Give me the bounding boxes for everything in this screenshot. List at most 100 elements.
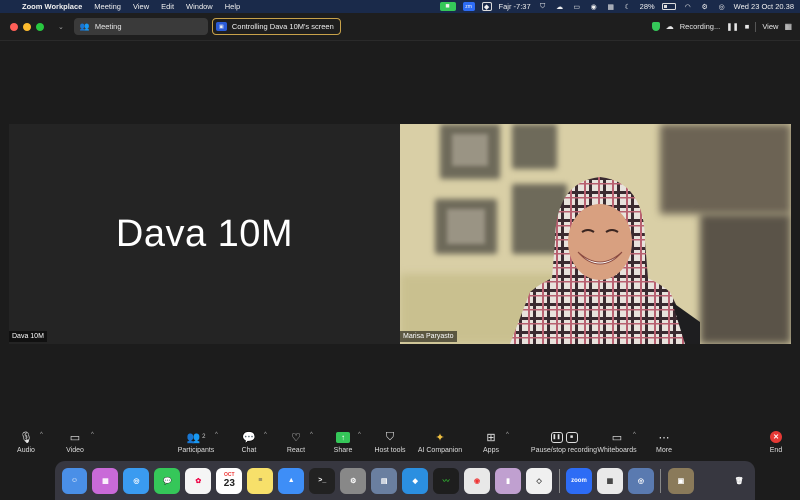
security-shield-icon[interactable] — [651, 22, 660, 31]
launchpad-icon[interactable]: ▦ — [92, 467, 119, 494]
messages-icon[interactable]: 💬 — [154, 467, 181, 494]
vpn-tray-icon[interactable]: ◉ — [589, 2, 599, 11]
siri-icon[interactable]: ◎ — [717, 2, 727, 11]
menubar-status-area: ■ zm ◆ Fajr -7:37 ⛉ ☁ ▭ ◉ ▦ ☾ 28% ◠ ⚙ ◎ … — [439, 2, 794, 11]
participant-name-label: Marisa Paryasto — [400, 331, 457, 342]
activity-monitor-icon[interactable]: 〰 — [433, 467, 460, 494]
more-button[interactable]: ⋯ More — [634, 428, 694, 460]
participant-name-label: Dava 10M — [9, 331, 47, 342]
notes-icon[interactable]: ≡ — [247, 467, 274, 494]
recording-status: Recording... — [679, 22, 721, 31]
participant-video — [510, 177, 700, 344]
moon-tray-icon[interactable]: ☾ — [623, 2, 633, 11]
participants-label: Participants — [177, 447, 215, 454]
battery-icon[interactable] — [661, 3, 676, 10]
chat-label: Chat — [241, 447, 257, 454]
menu-window[interactable]: Window — [186, 2, 213, 11]
pause-recording-icon[interactable]: ❚❚ — [726, 22, 739, 31]
zoom-app-icon[interactable]: zoom — [566, 467, 592, 494]
video-button[interactable]: ▭ Video — [45, 428, 105, 460]
participants-count: 2 — [202, 434, 206, 440]
zoom-app-label: zoom — [571, 477, 587, 484]
host-tools-label: Host tools — [374, 447, 406, 454]
menu-meeting[interactable]: Meeting — [94, 2, 121, 11]
zoom-title-bar: ⌄ 👥 Meeting ▣ Controlling Dava 10M's scr… — [0, 13, 800, 41]
view-button[interactable]: View — [762, 22, 778, 31]
apps-caret-icon[interactable]: ^ — [506, 432, 509, 438]
more-dots-icon: ⋯ — [658, 431, 670, 444]
quicktime-icon[interactable]: ◎ — [627, 467, 654, 494]
zoom-video-tray-icon[interactable]: ■ — [439, 2, 456, 11]
photos-icon[interactable]: ✿ — [185, 467, 212, 494]
calendar-day: 23 — [223, 478, 235, 489]
remote-control-pill[interactable]: ▣ Controlling Dava 10M's screen — [211, 18, 341, 35]
whiteboard-icon: ▭ — [611, 431, 623, 444]
meeting-toolbar: 🎙 Audio ^ ▭ Video ^ 👥 2 Participants ^ 💬 … — [0, 428, 800, 460]
menubar-clock[interactable]: Wed 23 Oct 20.38 — [734, 2, 794, 11]
prayer-time[interactable]: Fajr -7:37 — [499, 2, 531, 11]
calendar-icon[interactable]: OCT 23 — [216, 467, 243, 494]
fullscreen-window-button[interactable] — [36, 22, 44, 31]
apps-button[interactable]: ⊞ Apps — [461, 428, 521, 460]
recording-controls-icon: ❚❚ ■ — [550, 428, 578, 446]
participants-icon: 👥 2 — [186, 431, 206, 444]
system-settings-icon[interactable]: ⚙ — [340, 467, 367, 494]
dock-divider — [558, 468, 560, 493]
video-options-caret-icon[interactable]: ^ — [91, 432, 94, 438]
audio-label: Audio — [17, 447, 35, 454]
participant-name-display: Dava 10M — [115, 212, 294, 255]
chrome-icon[interactable]: ◉ — [464, 467, 491, 494]
trash-icon[interactable]: 🗑 — [726, 468, 752, 494]
shield-icon: ⛉ — [385, 430, 395, 443]
heart-icon: ♡ — [291, 431, 301, 444]
people-icon: 👥 — [79, 22, 90, 31]
menu-help[interactable]: Help — [225, 2, 240, 11]
app-tray-icon[interactable]: ◆ — [481, 2, 492, 11]
grid-tray-icon[interactable]: ▦ — [606, 2, 616, 11]
zoom-tray-icon[interactable]: zm — [462, 2, 475, 11]
meeting-tab[interactable]: 👥 Meeting — [73, 18, 208, 35]
window-tray-icon[interactable]: ▭ — [572, 2, 582, 11]
cloud-recording-icon: ☁ — [665, 22, 674, 31]
whiteboards-label: Whiteboards — [597, 447, 637, 454]
shield-tray-icon[interactable]: ⛉ — [538, 2, 548, 11]
minimize-window-button[interactable] — [23, 22, 31, 31]
react-label: React — [286, 447, 306, 454]
wifi-icon[interactable]: ◠ — [683, 2, 693, 11]
menu-edit[interactable]: Edit — [161, 2, 174, 11]
divider — [755, 21, 757, 32]
roblox-icon[interactable]: ◇ — [526, 467, 552, 494]
chat-icon: 💬 — [242, 431, 256, 444]
menu-view[interactable]: View — [133, 2, 149, 11]
keynote-icon[interactable]: ▲ — [278, 467, 305, 494]
app-store-icon[interactable]: ◆ — [402, 467, 429, 494]
wall-shadow — [700, 214, 791, 344]
battery-percent[interactable]: 28% — [640, 2, 655, 11]
wall-frame-inner — [452, 134, 488, 166]
participant-tile-dava[interactable]: Dava 10M Dava 10M — [9, 124, 400, 344]
terminal-icon[interactable]: >_ — [309, 467, 336, 494]
apps-label: Apps — [483, 447, 499, 454]
end-label: End — [769, 447, 783, 454]
audio-options-caret-icon[interactable]: ^ — [40, 432, 43, 438]
finder-icon[interactable]: ☺ — [61, 467, 88, 494]
gallery-grid-icon[interactable]: ▦ — [784, 22, 792, 31]
window-controls — [10, 22, 44, 31]
control-center-icon[interactable]: ⚙ — [700, 2, 710, 11]
sparkle-icon: ✦ — [435, 431, 445, 444]
end-meeting-button[interactable]: ✕ End — [746, 428, 800, 460]
participants-caret-icon[interactable]: ^ — [215, 432, 218, 438]
apps-grid-icon: ⊞ — [486, 431, 496, 444]
preview-icon[interactable]: ▤ — [371, 467, 398, 494]
participant-tile-marisa[interactable]: Marisa Paryasto — [400, 124, 791, 344]
close-window-button[interactable] — [10, 22, 18, 31]
minimized-window-icon[interactable]: ▣ — [667, 467, 694, 494]
end-x-icon: ✕ — [770, 431, 782, 443]
stop-recording-icon[interactable]: ■ — [745, 22, 750, 31]
safari-icon[interactable]: ◎ — [123, 467, 150, 494]
menu-app-name[interactable]: Zoom Workplace — [22, 2, 82, 11]
window-thumbnail-icon[interactable]: ▦ — [596, 467, 623, 494]
chevron-down-icon[interactable]: ⌄ — [58, 23, 64, 31]
app-icon[interactable]: ▮ — [495, 467, 522, 494]
cloud-tray-icon[interactable]: ☁ — [555, 2, 565, 11]
